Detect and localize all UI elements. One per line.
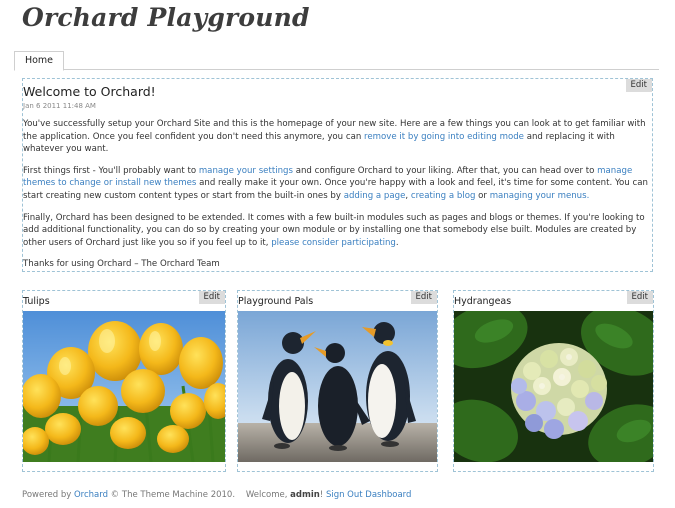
text: First things first - You'll probably wan… xyxy=(23,165,199,176)
main-menu: Home xyxy=(14,51,659,71)
menu-item-home[interactable]: Home xyxy=(14,51,64,71)
site-title[interactable]: Orchard Playground xyxy=(22,3,310,32)
post-date: Jan 6 2011 11:48 AM xyxy=(23,102,96,110)
text: or xyxy=(475,190,490,201)
edit-button[interactable]: Edit xyxy=(625,79,652,92)
paragraph-extend: Finally, Orchard has been designed to be… xyxy=(23,212,653,250)
welcome-content-zone: Edit Welcome to Orchard! Jan 6 2011 11:4… xyxy=(22,78,653,272)
managing-menus-link[interactable]: managing your menus. xyxy=(490,191,590,201)
powered-by-text: Powered by xyxy=(22,490,74,500)
paragraph-intro: You've successfully setup your Orchard S… xyxy=(23,118,653,156)
penguins-image xyxy=(238,311,437,462)
paragraph-first-things: First things first - You'll probably wan… xyxy=(23,165,653,203)
paragraph-thanks: Thanks for using Orchard – The Orchard T… xyxy=(23,259,220,270)
remove-it-link[interactable]: remove it by going into editing mode xyxy=(364,132,524,142)
edit-button[interactable]: Edit xyxy=(198,291,225,304)
manage-settings-link[interactable]: manage your settings xyxy=(199,166,293,176)
consider-participating-link[interactable]: please consider participating xyxy=(271,238,396,248)
sign-out-link[interactable]: Sign Out xyxy=(326,490,363,500)
adding-page-link[interactable]: adding a page xyxy=(344,191,406,201)
card-title: Tulips xyxy=(23,296,50,307)
image-card-hydrangeas: Edit Hydrangeas xyxy=(453,290,654,472)
image-card-playground-pals: Edit Playground Pals xyxy=(237,290,438,472)
creating-blog-link[interactable]: creating a blog xyxy=(411,191,476,201)
image-card-tulips: Edit Tulips xyxy=(22,290,226,472)
username: admin xyxy=(290,490,320,500)
orchard-link[interactable]: Orchard xyxy=(74,490,108,500)
page-title: Welcome to Orchard! xyxy=(23,84,156,99)
tulips-image xyxy=(23,311,225,462)
tulips-photo xyxy=(23,311,225,462)
text: ! xyxy=(319,490,324,500)
card-title: Playground Pals xyxy=(238,296,314,307)
edit-button[interactable]: Edit xyxy=(410,291,437,304)
hydrangeas-photo xyxy=(454,311,653,462)
text: . xyxy=(395,237,399,248)
text: and configure Orchard to your liking. Af… xyxy=(292,165,598,176)
edit-button[interactable]: Edit xyxy=(626,291,653,304)
hydrangeas-image xyxy=(454,311,653,462)
welcome-body: You've successfully setup your Orchard S… xyxy=(23,118,653,280)
dashboard-link[interactable]: Dashboard xyxy=(365,490,411,500)
welcome-user-text: Welcome, xyxy=(245,490,291,500)
penguins-photo xyxy=(238,311,437,462)
card-title: Hydrangeas xyxy=(454,296,512,307)
footer: Powered by Orchard © The Theme Machine 2… xyxy=(22,490,411,500)
copyright-text: © The Theme Machine 2010. xyxy=(107,490,236,500)
